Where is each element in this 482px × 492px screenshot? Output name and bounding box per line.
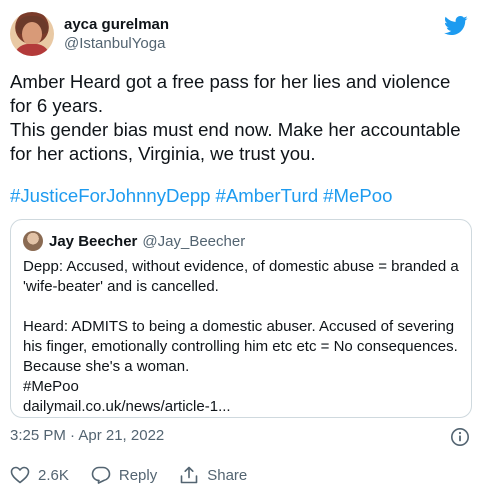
share-button[interactable]: Share — [179, 466, 247, 484]
quoted-header: Jay Beecher @Jay_Beecher — [23, 231, 245, 251]
hashtag-link[interactable]: #MePoo — [323, 185, 392, 206]
tweet-header: ayca gurelman @IstanbulYoga — [10, 10, 472, 62]
like-count: 2.6K — [38, 466, 69, 484]
tweet-timestamp[interactable]: 3:25 PM · Apr 21, 2022 — [10, 427, 164, 444]
hashtag-link[interactable]: #JusticeForJohnnyDepp — [10, 185, 211, 206]
tweet-text: Amber Heard got a free pass for her lies… — [10, 71, 461, 164]
author-handle[interactable]: @IstanbulYoga — [64, 34, 169, 54]
quoted-paragraph: Depp: Accused, without evidence, of dome… — [23, 258, 459, 295]
author-display-name[interactable]: ayca gurelman — [64, 16, 169, 34]
author-names[interactable]: ayca gurelman @IstanbulYoga — [64, 16, 169, 54]
quoted-hashtag: #MePoo — [23, 378, 79, 395]
tweet-meta: 3:25 PM · Apr 21, 2022 — [10, 427, 472, 447]
quoted-display-name: Jay Beecher — [49, 232, 138, 250]
like-button[interactable]: 2.6K — [10, 466, 69, 484]
tweet-hashtags: #JusticeForJohnnyDepp #AmberTurd #MePoo — [10, 184, 470, 208]
quoted-tweet[interactable]: Jay Beecher @Jay_Beecher Depp: Accused, … — [10, 219, 472, 418]
quoted-paragraph: Heard: ADMITS to being a domestic abuser… — [23, 318, 458, 375]
tweet-actions: 2.6K Reply Share — [10, 465, 269, 485]
author-avatar[interactable] — [10, 12, 54, 56]
share-icon — [180, 466, 198, 484]
hashtag-link[interactable]: #AmberTurd — [216, 185, 319, 206]
quoted-link: dailymail.co.uk/news/article-1... — [23, 398, 231, 415]
quoted-handle: @Jay_Beecher — [142, 232, 246, 250]
heart-icon — [10, 466, 30, 484]
reply-button[interactable]: Reply — [91, 466, 157, 484]
reply-label: Reply — [118, 466, 158, 484]
tweet-card: ayca gurelman @IstanbulYoga Amber Heard … — [0, 0, 482, 492]
share-label: Share — [207, 466, 248, 484]
quoted-avatar — [23, 231, 43, 251]
twitter-bird-icon[interactable] — [444, 16, 468, 36]
info-icon[interactable] — [450, 427, 470, 447]
reply-icon — [91, 466, 111, 484]
quoted-body: Depp: Accused, without evidence, of dome… — [23, 257, 459, 417]
